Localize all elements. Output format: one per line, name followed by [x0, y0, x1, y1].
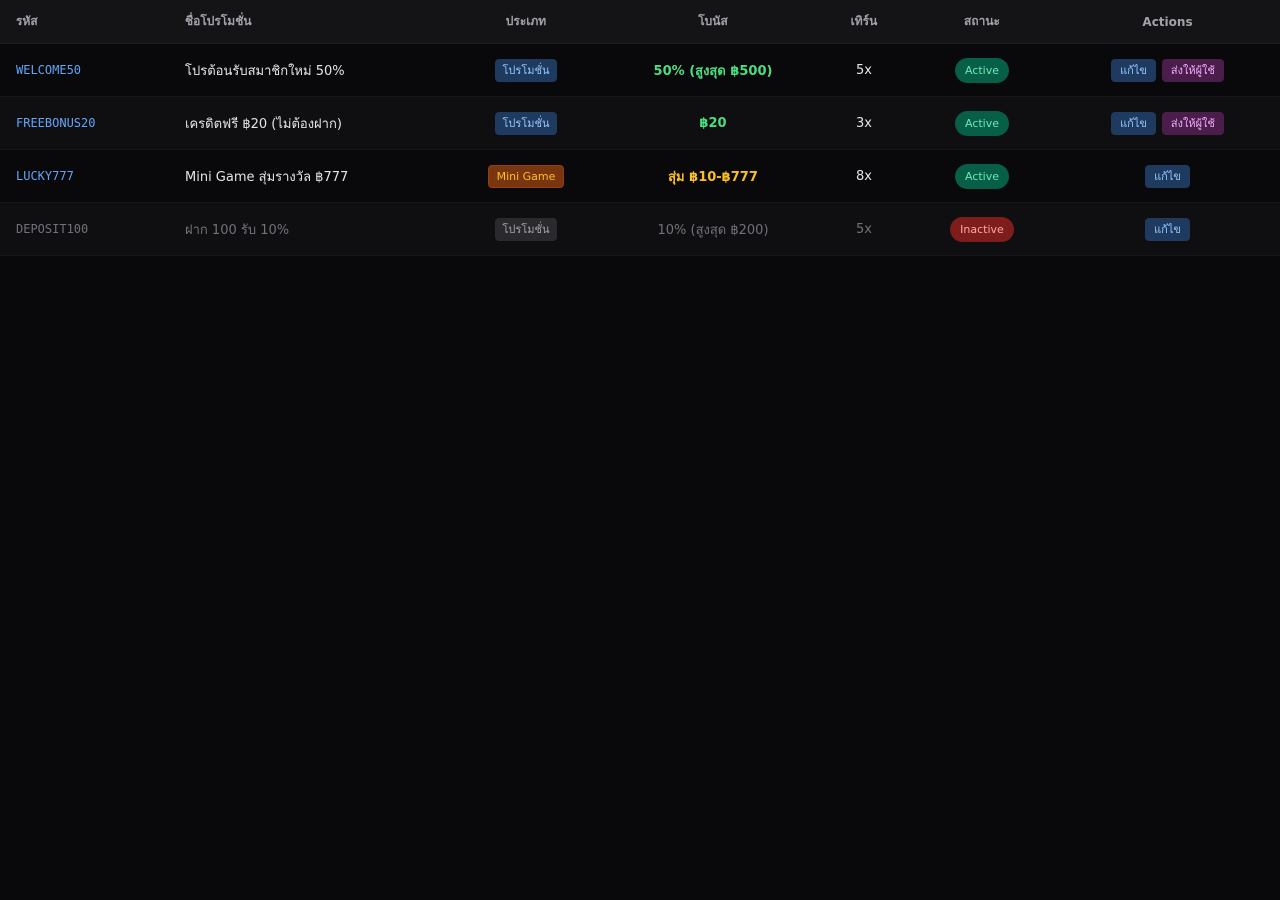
status-badge: Active: [954, 57, 1010, 83]
table-row: WELCOME50 โปรต้อนรับสมาชิกใหม่ 50% โปรโม…: [0, 44, 1280, 97]
type-badge: โปรโมชั่น: [494, 111, 558, 135]
promo-code: LUCKY777: [16, 169, 74, 183]
edit-button[interactable]: แก้ไข: [1111, 58, 1156, 82]
bonus-value: สุ่ม ฿10-฿777: [668, 169, 758, 185]
send-to-user-button[interactable]: ส่งให้ผู้ใช้: [1161, 111, 1224, 135]
column-header-actions: Actions: [1142, 14, 1193, 29]
send-to-user-button[interactable]: ส่งให้ผู้ใช้: [1161, 58, 1224, 82]
status-badge: Active: [954, 163, 1010, 189]
row-actions: แก้ไข ส่งให้ผู้ใช้: [1055, 44, 1280, 96]
row-actions: แก้ไข ส่งให้ผู้ใช้: [1055, 97, 1280, 149]
bonus-value: 10% (สูงสุด ฿200): [657, 222, 769, 238]
type-badge: โปรโมชั่น: [494, 58, 558, 82]
column-header-status[interactable]: สถานะ: [922, 0, 1042, 43]
table-row: LUCKY777 Mini Game สุ่มรางวัล ฿777 Mini …: [0, 150, 1280, 203]
edit-button[interactable]: แก้ไข: [1145, 164, 1190, 188]
turnover-value: 5x: [856, 62, 872, 78]
promo-code: WELCOME50: [16, 63, 82, 77]
promo-code: FREEBONUS20: [16, 116, 96, 130]
promo-name: โปรต้อนรับสมาชิกใหม่ 50%: [185, 63, 345, 79]
promo-name: ฝาก 100 รับ 10%: [185, 222, 290, 238]
type-badge: Mini Game: [487, 164, 565, 188]
column-header-name[interactable]: ชื่อโปรโมชั่น: [185, 0, 465, 43]
row-actions: แก้ไข: [1055, 203, 1280, 255]
table-row: FREEBONUS20 เครดิตฟรี ฿20 (ไม่ต้องฝาก) โ…: [0, 97, 1280, 150]
turnover-value: 8x: [856, 168, 872, 184]
turnover-value: 3x: [856, 115, 872, 131]
promo-name: เครดิตฟรี ฿20 (ไม่ต้องฝาก): [185, 116, 342, 132]
column-header-turnover[interactable]: เทิร์น: [829, 0, 899, 43]
column-header-code[interactable]: รหัส: [16, 0, 176, 43]
bonus-value: ฿20: [699, 115, 727, 131]
column-header-bonus[interactable]: โบนัส: [598, 0, 828, 43]
row-actions: แก้ไข: [1055, 150, 1280, 202]
status-badge: Active: [954, 110, 1010, 136]
bonus-value: 50% (สูงสุด ฿500): [653, 63, 773, 79]
edit-button[interactable]: แก้ไข: [1111, 111, 1156, 135]
column-header-type[interactable]: ประเภท: [466, 0, 586, 43]
turnover-value: 5x: [856, 221, 872, 237]
table-header: รหัส ชื่อโปรโมชั่น ประเภท โบนัส เทิร์น ส…: [0, 0, 1280, 44]
status-badge: Inactive: [950, 216, 1014, 242]
edit-button[interactable]: แก้ไข: [1145, 217, 1190, 241]
promotions-table: รหัส ชื่อโปรโมชั่น ประเภท โบนัส เทิร์น ส…: [0, 0, 1280, 256]
promo-name: Mini Game สุ่มรางวัล ฿777: [185, 169, 349, 185]
promo-code: DEPOSIT100: [16, 222, 89, 236]
table-row: DEPOSIT100 ฝาก 100 รับ 10% โปรโมชั่น 10%…: [0, 203, 1280, 256]
type-badge: โปรโมชั่น: [494, 217, 558, 241]
